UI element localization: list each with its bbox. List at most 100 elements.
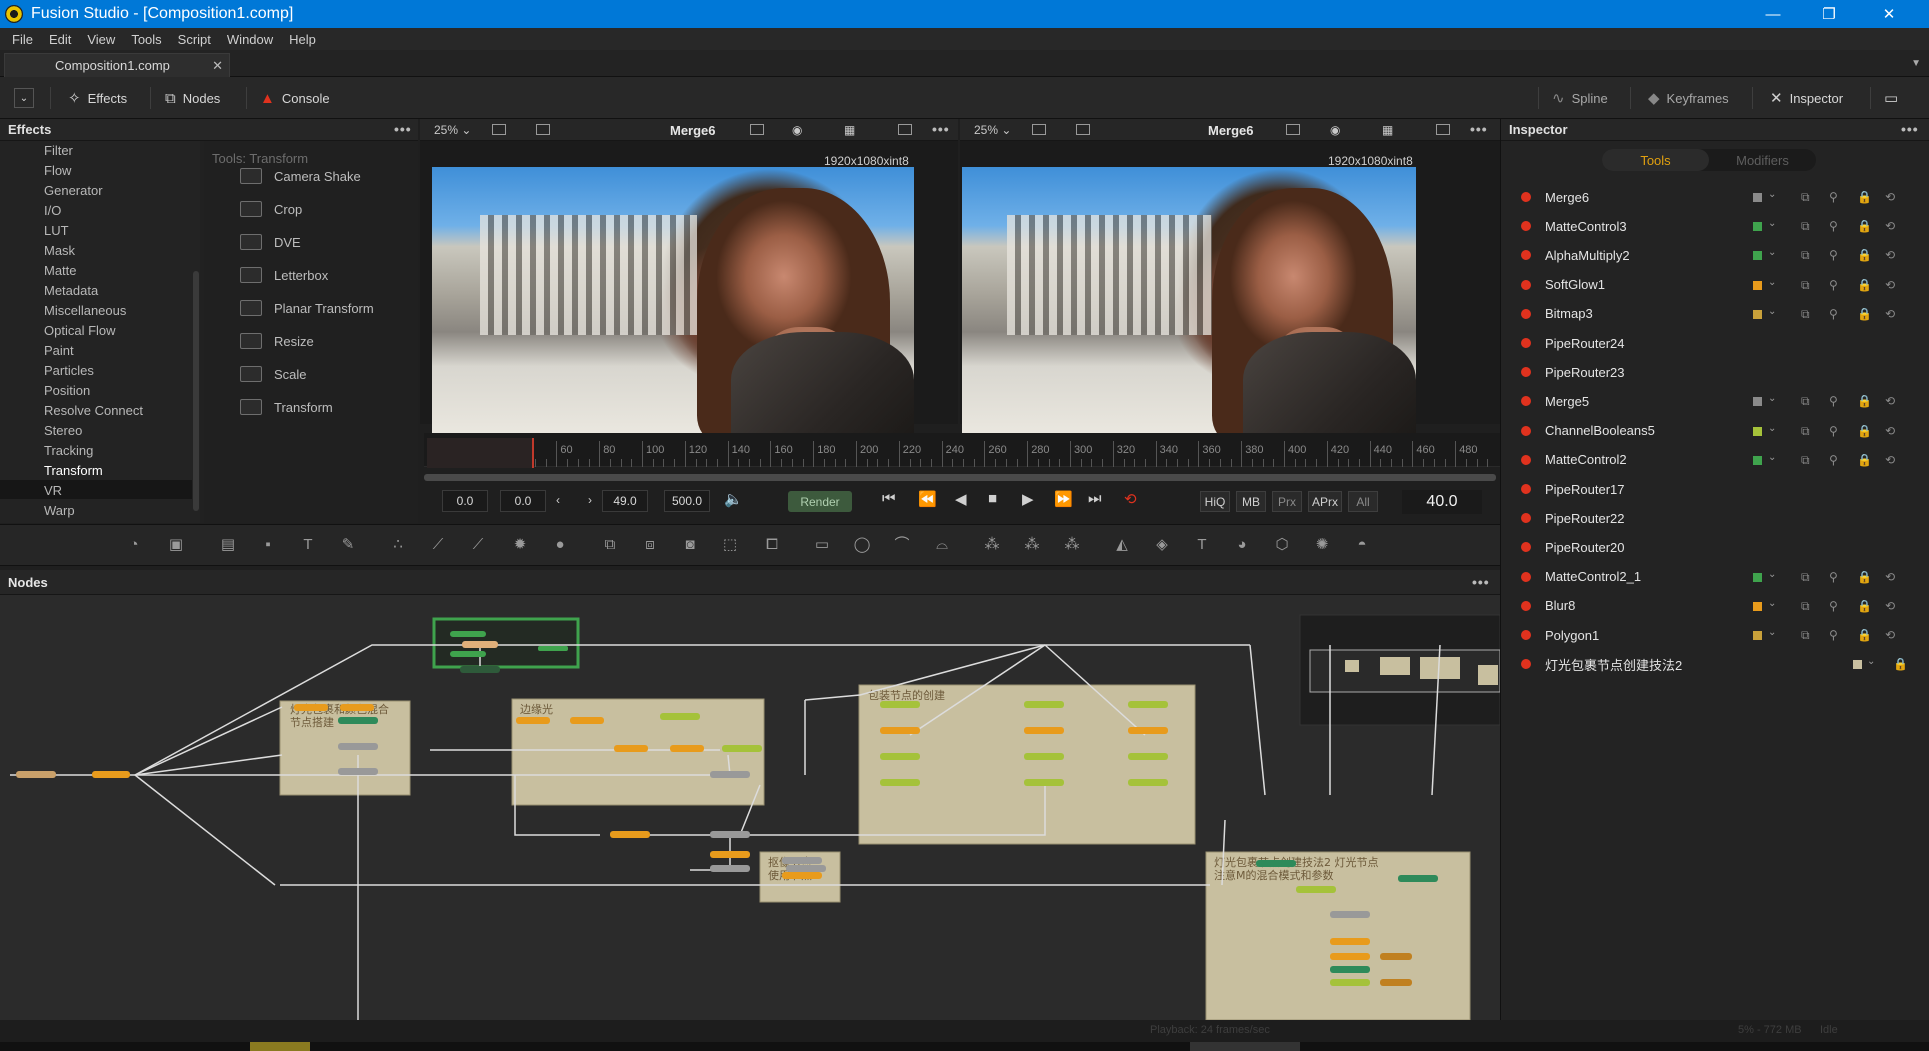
- lock-icon[interactable]: 🔒: [1857, 570, 1872, 584]
- lock-icon[interactable]: 🔒: [1857, 453, 1872, 467]
- pin-icon[interactable]: ⚲: [1829, 628, 1838, 642]
- collapse-icon[interactable]: ⧉: [1801, 453, 1810, 468]
- active-dot-icon[interactable]: [1521, 221, 1531, 232]
- grid-icon[interactable]: ▦: [844, 123, 855, 137]
- active-dot-icon[interactable]: [1521, 484, 1531, 494]
- render-button[interactable]: Render: [788, 491, 852, 512]
- nodes-options-icon[interactable]: •••: [1472, 574, 1490, 590]
- lock-icon[interactable]: 🔒: [1857, 190, 1872, 204]
- active-dot-icon[interactable]: [1521, 367, 1531, 378]
- collapse-icon[interactable]: ⧉: [1801, 424, 1810, 439]
- collapse-icon[interactable]: ⧉: [1801, 394, 1810, 409]
- tab-scroll-down-icon[interactable]: ▼: [1911, 58, 1921, 69]
- menu-file[interactable]: File: [0, 32, 41, 47]
- particle-style-icon[interactable]: ⁂: [1062, 536, 1082, 554]
- pin-icon[interactable]: ⚲: [1829, 570, 1838, 584]
- matte-control-icon[interactable]: ◙: [680, 536, 700, 554]
- reset-icon[interactable]: ⟲: [1885, 219, 1895, 233]
- light3d-icon[interactable]: ✺: [1312, 536, 1332, 554]
- time-ruler[interactable]: 0204060801001201401601802002202402602803…: [424, 433, 1500, 467]
- reset-icon[interactable]: ⟲: [1885, 424, 1895, 438]
- global-start-field[interactable]: 0.0: [442, 490, 488, 512]
- view-mode-icon[interactable]: [536, 124, 550, 135]
- current-time-field[interactable]: 40.0: [1402, 490, 1482, 514]
- monitor-icon[interactable]: ▭: [1884, 83, 1905, 113]
- collapse-icon[interactable]: ⧉: [1801, 278, 1810, 293]
- tool-color-swatch[interactable]: [1753, 455, 1762, 465]
- reset-icon[interactable]: ⟲: [1885, 599, 1895, 613]
- active-dot-icon[interactable]: [1521, 279, 1531, 290]
- pin-icon[interactable]: ⚲: [1829, 453, 1838, 467]
- tool-item[interactable]: Resize: [240, 331, 314, 351]
- tool-item[interactable]: Planar Transform: [240, 298, 374, 318]
- render-end-field[interactable]: 49.0: [602, 490, 648, 512]
- shape3d-icon[interactable]: ◭: [1112, 536, 1132, 554]
- inspector-tool-row[interactable]: MatteControl3 ⌄ ⧉ ⚲ 🔒 ⟲: [1513, 214, 1918, 238]
- reset-icon[interactable]: ⟲: [1885, 278, 1895, 292]
- inspector-tool-row[interactable]: Bitmap3 ⌄ ⧉ ⚲ 🔒 ⟲: [1513, 302, 1918, 326]
- active-dot-icon[interactable]: [1521, 454, 1531, 465]
- lock-icon[interactable]: 🔒: [1857, 599, 1872, 613]
- note-group[interactable]: 包装节点的创建: [858, 684, 1196, 845]
- menu-view[interactable]: View: [79, 32, 123, 47]
- pin-icon[interactable]: ⚲: [1829, 190, 1838, 204]
- category-item[interactable]: Optical Flow: [44, 323, 116, 338]
- inspector-tool-row[interactable]: Polygon1 ⌄ ⧉ ⚲ 🔒 ⟲: [1513, 623, 1918, 647]
- chevron-down-icon[interactable]: ⌄: [1768, 423, 1776, 434]
- lock-icon[interactable]: 🔒: [1857, 219, 1872, 233]
- menu-script[interactable]: Script: [170, 32, 219, 47]
- saver-icon[interactable]: ▤: [218, 536, 238, 554]
- category-item[interactable]: Position: [44, 383, 90, 398]
- chevron-down-icon[interactable]: ⌄: [1867, 656, 1875, 667]
- viewer-left[interactable]: 25% ⌄ Merge6 ◉ ▦ ••• 1920x1080xint8: [420, 119, 958, 433]
- nodes-toggle-button[interactable]: ⧉ Nodes: [165, 83, 220, 113]
- go-to-start-icon[interactable]: ⏮: [882, 490, 896, 507]
- tool-color-swatch[interactable]: [1753, 572, 1762, 582]
- active-dot-icon[interactable]: [1521, 571, 1531, 582]
- collapse-icon[interactable]: ⧉: [1801, 248, 1810, 263]
- loop-icon[interactable]: ⟲: [1124, 490, 1137, 508]
- collapse-icon[interactable]: ⧉: [1801, 307, 1810, 322]
- active-dot-icon[interactable]: [1521, 250, 1531, 261]
- chevron-down-icon[interactable]: ⌄: [1768, 189, 1776, 200]
- selective-update-button[interactable]: All: [1348, 491, 1378, 512]
- zoom-dropdown[interactable]: 25% ⌄: [434, 123, 471, 137]
- category-item[interactable]: LUT: [44, 223, 69, 238]
- tool-color-swatch[interactable]: [1753, 222, 1762, 232]
- category-item[interactable]: Metadata: [44, 283, 98, 298]
- merge-icon[interactable]: ⧉: [600, 536, 620, 554]
- view-mode-icon[interactable]: [1076, 124, 1090, 135]
- loader-icon[interactable]: ▣: [166, 536, 186, 554]
- inspector-toggle-button[interactable]: ✕ Inspector: [1770, 83, 1843, 113]
- category-item-selected[interactable]: Transform: [44, 463, 103, 478]
- chevron-down-icon[interactable]: ⌄: [1768, 598, 1776, 609]
- cube3d-icon[interactable]: ⬡: [1272, 536, 1292, 554]
- particle-render-icon[interactable]: ⁂: [1022, 536, 1042, 554]
- inspector-options-icon[interactable]: •••: [1901, 121, 1919, 137]
- chevron-down-icon[interactable]: ⌄: [1768, 247, 1776, 258]
- view-layout-icon[interactable]: [492, 124, 506, 135]
- view-layout-icon[interactable]: [1032, 124, 1046, 135]
- motion-blur-button[interactable]: MB: [1236, 491, 1266, 512]
- channel-booleans-icon[interactable]: ⧈: [640, 536, 660, 554]
- reset-icon[interactable]: ⟲: [1885, 453, 1895, 467]
- reset-icon[interactable]: ⟲: [1885, 307, 1895, 321]
- effects-toggle-button[interactable]: ✧ Effects: [68, 83, 127, 113]
- tool-item[interactable]: Crop: [240, 199, 302, 219]
- stop-icon[interactable]: ■: [988, 490, 997, 507]
- viewer-options-icon[interactable]: •••: [932, 121, 950, 137]
- collapse-icon[interactable]: ⧉: [1801, 219, 1810, 234]
- inspector-tool-row[interactable]: ChannelBooleans5 ⌄ ⧉ ⚲ 🔒 ⟲: [1513, 419, 1918, 443]
- inspector-tool-row[interactable]: Merge5 ⌄ ⧉ ⚲ 🔒 ⟲: [1513, 389, 1918, 413]
- chevron-down-icon[interactable]: ⌄: [1768, 218, 1776, 229]
- inspector-tool-row[interactable]: MatteControl2 ⌄ ⧉ ⚲ 🔒 ⟲: [1513, 448, 1918, 472]
- menu-tools[interactable]: Tools: [123, 32, 169, 47]
- render-start-field[interactable]: 0.0: [500, 490, 546, 512]
- pin-icon[interactable]: ⚲: [1829, 394, 1838, 408]
- console-toggle-button[interactable]: ▲ Console: [260, 83, 330, 113]
- inspector-tool-row[interactable]: PipeRouter17: [1513, 477, 1918, 501]
- timeline-scrollbar[interactable]: [424, 474, 1496, 481]
- playhead[interactable]: [532, 438, 534, 468]
- background-icon[interactable]: ◔: [124, 536, 144, 554]
- tool-color-swatch[interactable]: [1753, 601, 1762, 611]
